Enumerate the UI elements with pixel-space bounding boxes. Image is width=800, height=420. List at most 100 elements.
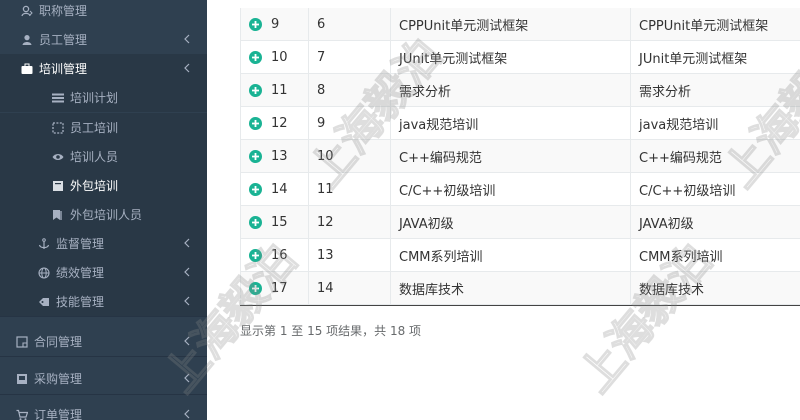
expand-row-icon[interactable] — [249, 215, 262, 229]
table-row[interactable]: 15 12 JAVA初级 JAVA初级 — [240, 206, 800, 239]
sidebar-item-outsourced-training[interactable]: 外包培训 — [0, 171, 207, 200]
row-number-cell: 9 — [240, 8, 309, 40]
sidebar-divider — [0, 316, 207, 317]
sidebar-item-label: 外包培训人员 — [70, 208, 143, 222]
expand-row-icon[interactable] — [249, 281, 262, 295]
user-icon — [21, 34, 33, 46]
sidebar-item-training-management[interactable]: 培训管理 — [0, 54, 207, 83]
row-number: 15 — [271, 214, 288, 230]
desc-cell: JAVA初级 — [639, 216, 694, 232]
eye-icon — [52, 151, 64, 163]
sidebar-item-trainees[interactable]: 培训人员 — [0, 142, 207, 171]
expand-row-icon[interactable] — [249, 116, 262, 130]
sidebar-item-label: 采购管理 — [34, 372, 83, 386]
sidebar-item-label: 培训管理 — [39, 62, 88, 76]
sidebar-item-label: 员工管理 — [39, 33, 88, 47]
row-number-cell: 16 — [240, 239, 309, 271]
expand-row-icon[interactable] — [249, 83, 262, 97]
table-row[interactable]: 11 8 需求分析 需求分析 — [240, 74, 800, 107]
desc-cell: CMM系列培训 — [639, 249, 723, 265]
row-number-cell: 12 — [240, 107, 309, 139]
table-row[interactable]: 17 14 数据库技术 数据库技术 — [240, 272, 800, 305]
row-number: 10 — [271, 49, 288, 65]
table-row[interactable]: 10 7 JUnit单元测试框架 JUnit单元测试框架 — [240, 41, 800, 74]
sidebar-item-label: 订单管理 — [34, 408, 83, 420]
sidebar-item-label: 外包培训 — [70, 179, 119, 193]
name-cell: 数据库技术 — [391, 272, 631, 304]
row-number: 11 — [271, 82, 288, 98]
sidebar-item-label: 培训人员 — [70, 150, 119, 164]
desc-cell: 数据库技术 — [639, 282, 705, 298]
id-cell: 10 — [309, 140, 391, 172]
training-table: 9 6 CPPUnit单元测试框架 CPPUnit单元测试框架 10 7 JUn… — [240, 0, 800, 306]
id-cell: 14 — [309, 272, 391, 304]
row-number: 13 — [271, 148, 288, 164]
sidebar-item-staff-management[interactable]: 员工管理 — [0, 25, 207, 54]
sidebar-item-label: 员工培训 — [70, 121, 119, 135]
desc-cell: JUnit单元测试框架 — [639, 51, 748, 67]
sidebar-item-contract-management[interactable]: 合同管理 — [0, 327, 207, 356]
sidebar-item-label: 职称管理 — [39, 4, 88, 18]
id-cell: 11 — [309, 173, 391, 205]
sidebar-item-skill-management[interactable]: 技能管理 — [0, 287, 207, 316]
row-number-cell: 15 — [240, 206, 309, 238]
cart-icon — [16, 409, 28, 420]
expand-row-icon[interactable] — [249, 248, 262, 262]
globe-icon — [38, 266, 50, 279]
sidebar-item-performance-management[interactable]: 绩效管理 — [0, 258, 207, 287]
table-bottom-border — [240, 305, 800, 306]
table-row[interactable]: 13 10 C++编码规范 C++编码规范 — [240, 140, 800, 173]
table-row[interactable]: 16 13 CMM系列培训 CMM系列培训 — [240, 239, 800, 272]
expand-row-icon[interactable] — [249, 149, 262, 163]
table-row[interactable]: 9 6 CPPUnit单元测试框架 CPPUnit单元测试框架 — [240, 8, 800, 41]
sidebar-item-training-plan[interactable]: 培训计划 — [0, 83, 207, 112]
row-number-cell: 13 — [240, 140, 309, 172]
id-cell: 8 — [309, 74, 391, 106]
book-icon — [52, 180, 64, 192]
sidebar-divider — [0, 394, 207, 395]
row-number: 9 — [271, 16, 280, 32]
sidebar-item-outsourced-trainees[interactable]: 外包培训人员 — [0, 200, 207, 229]
sidebar-item-title-management[interactable]: 职称管理 — [0, 0, 207, 25]
table-row[interactable]: 14 11 C/C++初级培训 C/C++初级培训 — [240, 173, 800, 206]
sidebar-item-staff-training[interactable]: 员工培训 — [0, 113, 207, 142]
table-row[interactable]: 12 9 java规范培训 java规范培训 — [240, 107, 800, 140]
sidebar-item-order-management[interactable]: 订单管理 — [0, 400, 207, 420]
row-number-cell: 14 — [240, 173, 309, 205]
name-cell: CPPUnit单元测试框架 — [391, 8, 631, 40]
desc-cell: CPPUnit单元测试框架 — [639, 18, 769, 34]
expand-row-icon[interactable] — [249, 182, 262, 196]
desc-cell: C++编码规范 — [639, 150, 722, 166]
sidebar-item-label: 技能管理 — [56, 295, 105, 309]
chevron-left-icon — [183, 295, 193, 307]
tag-icon — [38, 296, 50, 308]
list-icon — [52, 92, 64, 104]
name-cell: 需求分析 — [391, 74, 631, 106]
chevron-left-icon — [183, 33, 193, 45]
id-cell: 12 — [309, 206, 391, 238]
sidebar-item-supervision-management[interactable]: 监督管理 — [0, 229, 207, 258]
sidebar-item-label: 合同管理 — [34, 335, 83, 349]
expand-row-icon[interactable] — [249, 17, 262, 31]
sidebar-divider — [0, 356, 207, 357]
expand-row-icon[interactable] — [249, 50, 262, 64]
row-number: 16 — [271, 247, 288, 263]
chevron-left-icon — [183, 266, 193, 278]
id-cell: 6 — [309, 8, 391, 40]
user-tag-icon — [21, 5, 33, 17]
chevron-left-icon — [183, 237, 193, 249]
desc-cell: java规范培训 — [639, 117, 719, 133]
sidebar-item-label: 监督管理 — [56, 237, 105, 251]
sidebar-item-purchase-management[interactable]: 采购管理 — [0, 364, 207, 393]
sidebar-item-label: 绩效管理 — [56, 266, 105, 280]
anchor-icon — [38, 237, 50, 250]
id-cell: 9 — [309, 107, 391, 139]
id-cell: 7 — [309, 41, 391, 73]
row-number: 12 — [271, 115, 288, 131]
desc-cell: C/C++初级培训 — [639, 183, 736, 199]
chevron-left-icon — [183, 335, 193, 347]
inbox-icon — [16, 373, 28, 385]
sidebar-item-label: 培训计划 — [70, 91, 119, 105]
row-number-cell: 17 — [240, 272, 309, 304]
name-cell: JUnit单元测试框架 — [391, 41, 631, 73]
